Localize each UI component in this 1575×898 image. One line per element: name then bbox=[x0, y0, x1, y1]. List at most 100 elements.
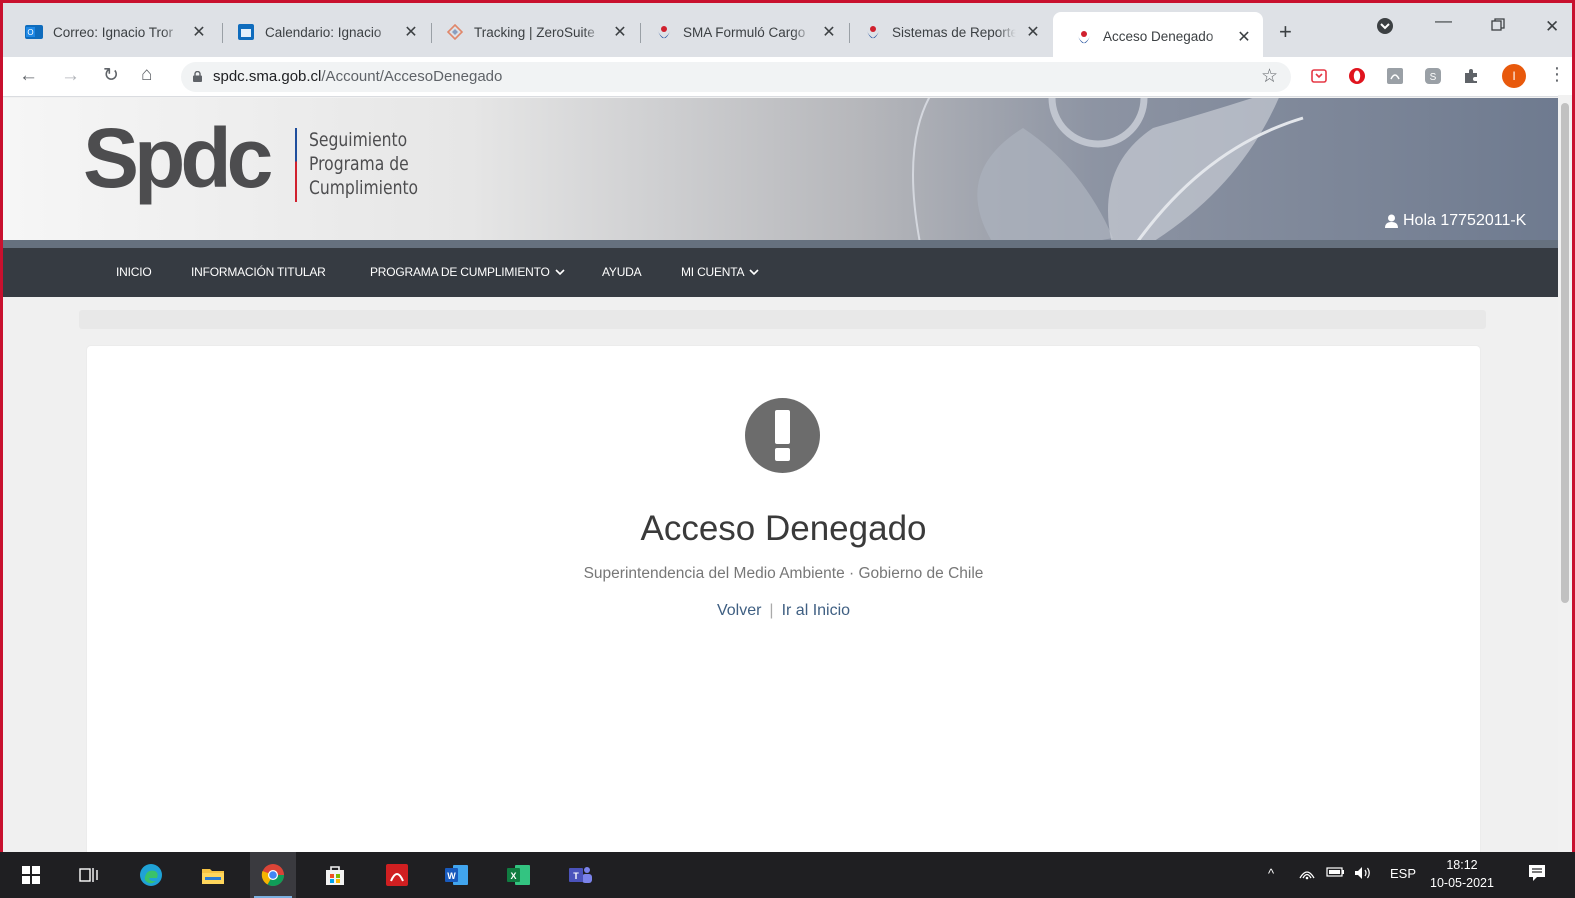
volume-icon[interactable] bbox=[1354, 866, 1374, 883]
browser-window: O Correo: Ignacio Tror ✕ Calendario: Ign… bbox=[0, 0, 1575, 852]
store-icon[interactable] bbox=[312, 852, 358, 898]
nav-label: AYUDA bbox=[602, 265, 642, 279]
edge-icon[interactable] bbox=[128, 852, 174, 898]
reload-icon[interactable]: ↻ bbox=[103, 64, 119, 87]
zerosuite-icon bbox=[446, 23, 464, 41]
notifications-icon[interactable] bbox=[1528, 864, 1546, 885]
ir-al-inicio-link[interactable]: Ir al Inicio bbox=[782, 602, 850, 619]
tab-sistemas[interactable]: Sistemas de Reporte ✕ bbox=[842, 16, 1052, 48]
close-icon[interactable]: ✕ bbox=[402, 22, 420, 42]
site-banner: Spdc Seguimiento Programa de Cumplimient… bbox=[3, 98, 1561, 240]
close-icon[interactable]: ✕ bbox=[1024, 22, 1042, 42]
nav-ayuda[interactable]: AYUDA bbox=[602, 265, 642, 279]
word-icon[interactable]: W bbox=[434, 852, 480, 898]
close-icon[interactable]: ✕ bbox=[1235, 27, 1253, 47]
forward-icon[interactable]: → bbox=[61, 65, 80, 87]
outlook-icon: O bbox=[25, 23, 43, 41]
minimize-button[interactable]: — bbox=[1435, 11, 1452, 31]
system-clock[interactable]: 18:12 10-05-2021 bbox=[1430, 856, 1494, 892]
clock-time: 18:12 bbox=[1446, 858, 1478, 872]
url-path: /Account/AccesoDenegado bbox=[321, 68, 503, 85]
acrobat-icon[interactable] bbox=[374, 852, 420, 898]
address-bar[interactable]: spdc.sma.gob.cl/Account/AccesoDenegado ☆ bbox=[181, 62, 1291, 92]
nav-inicio[interactable]: INICIO bbox=[116, 265, 152, 279]
tab-label: SMA Formuló Cargo bbox=[683, 24, 806, 40]
tab-label: Acceso Denegado bbox=[1103, 29, 1214, 44]
chrome-icon[interactable] bbox=[250, 852, 296, 898]
s-extension-icon[interactable]: S bbox=[1423, 66, 1443, 86]
svg-text:W: W bbox=[447, 871, 456, 881]
tab-label: Tracking | ZeroSuite bbox=[474, 24, 595, 40]
clock-date: 10-05-2021 bbox=[1430, 876, 1494, 890]
tab-label: Correo: Ignacio Tror bbox=[53, 24, 174, 40]
nav-mi-cuenta[interactable]: MI CUENTA bbox=[681, 265, 759, 279]
menu-kebab-icon[interactable]: ⋮ bbox=[1548, 64, 1566, 85]
nav-informacion-titular[interactable]: INFORMACIÓN TITULAR bbox=[191, 265, 326, 279]
url-text: spdc.sma.gob.cl/Account/AccesoDenegado bbox=[213, 68, 502, 85]
tab-calendario[interactable]: Calendario: Ignacio ✕ bbox=[215, 16, 430, 48]
task-view-icon[interactable] bbox=[66, 852, 112, 898]
main-nav: INICIO INFORMACIÓN TITULAR PROGRAMA DE C… bbox=[3, 240, 1561, 297]
excel-icon[interactable]: X bbox=[496, 852, 542, 898]
close-window-button[interactable]: ✕ bbox=[1545, 17, 1559, 37]
teams-icon[interactable]: T bbox=[558, 852, 604, 898]
tab-label: Calendario: Ignacio bbox=[265, 24, 382, 40]
page-scrollbar[interactable] bbox=[1558, 95, 1572, 852]
tab-sma-formulo[interactable]: SMA Formuló Cargo ✕ bbox=[633, 16, 848, 48]
tab-label: Sistemas de Reporte bbox=[892, 24, 1016, 40]
exclamation-icon bbox=[745, 398, 820, 473]
language-indicator[interactable]: ESP bbox=[1390, 866, 1416, 881]
spdc-logo: Spdc bbox=[83, 111, 273, 205]
logo-divider bbox=[295, 128, 297, 202]
opera-icon[interactable] bbox=[1347, 66, 1367, 86]
tab-strip: O Correo: Ignacio Tror ✕ Calendario: Ign… bbox=[3, 3, 1572, 57]
tab-acceso-denegado[interactable]: Acceso Denegado ✕ bbox=[1053, 12, 1263, 57]
svg-text:X: X bbox=[510, 871, 516, 881]
bookmark-star-icon[interactable]: ☆ bbox=[1261, 65, 1278, 88]
scrollbar-thumb[interactable] bbox=[1561, 103, 1569, 603]
close-icon[interactable]: ✕ bbox=[611, 22, 629, 42]
sma-icon bbox=[1075, 28, 1093, 46]
restore-button[interactable] bbox=[1491, 17, 1505, 37]
logo-subtitle: Seguimiento Programa de Cumplimiento bbox=[309, 128, 418, 200]
volver-link[interactable]: Volver bbox=[717, 602, 761, 619]
home-icon[interactable]: ⌂ bbox=[141, 64, 152, 86]
web-page: Spdc Seguimiento Programa de Cumplimient… bbox=[3, 98, 1561, 852]
calendar-icon bbox=[237, 23, 255, 41]
profile-avatar[interactable]: I bbox=[1502, 64, 1526, 88]
back-icon[interactable]: ← bbox=[19, 65, 38, 87]
sma-icon bbox=[655, 23, 673, 41]
url-host: spdc.sma.gob.cl bbox=[213, 68, 322, 85]
puzzle-extensions-icon[interactable] bbox=[1461, 66, 1481, 86]
close-icon[interactable]: ✕ bbox=[190, 22, 208, 42]
wifi-icon[interactable] bbox=[1298, 866, 1316, 883]
windows-taskbar: W X T ^ ESP 18:12 10-05-2021 bbox=[0, 852, 1575, 898]
nav-programa-cumplimiento[interactable]: PROGRAMA DE CUMPLIMIENTO bbox=[370, 265, 565, 279]
access-denied-card: Acceso Denegado Superintendencia del Med… bbox=[87, 346, 1480, 852]
user-greeting[interactable]: Hola 17752011-K bbox=[1385, 212, 1526, 230]
nav-label: MI CUENTA bbox=[681, 265, 745, 279]
page-title: Acceso Denegado bbox=[640, 509, 927, 548]
nav-label: INICIO bbox=[116, 265, 152, 279]
file-explorer-icon[interactable] bbox=[190, 852, 236, 898]
breadcrumb bbox=[79, 310, 1486, 329]
battery-icon[interactable] bbox=[1326, 866, 1346, 881]
tab-tracking[interactable]: Tracking | ZeroSuite ✕ bbox=[424, 16, 639, 48]
browser-toolbar: ← → ↻ ⌂ spdc.sma.gob.cl/Account/AccesoDe… bbox=[3, 57, 1572, 97]
tray-expand-icon[interactable]: ^ bbox=[1268, 866, 1274, 881]
windows-start-icon[interactable] bbox=[8, 852, 54, 898]
pocket-icon[interactable] bbox=[1309, 66, 1329, 86]
close-icon[interactable]: ✕ bbox=[820, 22, 838, 42]
sma-icon bbox=[864, 23, 882, 41]
logo-line: Cumplimiento bbox=[309, 177, 419, 199]
new-tab-button[interactable]: + bbox=[1279, 19, 1292, 45]
svg-text:S: S bbox=[1430, 72, 1437, 83]
svg-text:T: T bbox=[573, 871, 579, 881]
tab-search-button[interactable] bbox=[1376, 17, 1394, 40]
chevron-down-icon bbox=[555, 268, 565, 275]
tab-correo[interactable]: O Correo: Ignacio Tror ✕ bbox=[3, 16, 218, 48]
chevron-down-icon bbox=[749, 268, 759, 275]
greeting-text: Hola 17752011-K bbox=[1403, 212, 1527, 229]
page-subtitle: Superintendencia del Medio Ambiente · Go… bbox=[583, 565, 984, 582]
pdf-extension-icon[interactable] bbox=[1385, 66, 1405, 86]
